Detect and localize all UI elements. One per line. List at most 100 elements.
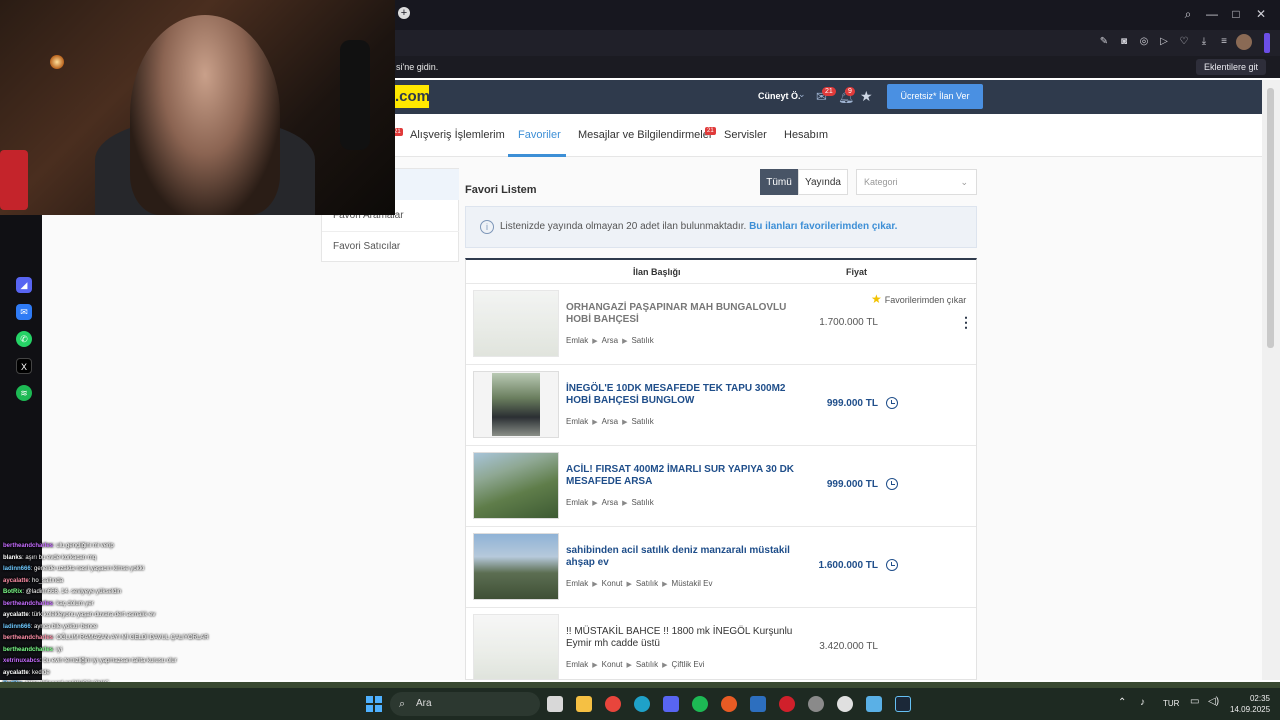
listing-title[interactable]: ACİL! FIRSAT 400M2 İMARLI SUR YAPIYA 30 … xyxy=(566,464,796,488)
crumb-separator-icon: ▶ xyxy=(592,338,598,345)
chat-message: aycalatte: türk kolekleyonu yaşan duvara… xyxy=(3,612,155,619)
spotify-icon[interactable]: ≋ xyxy=(16,385,32,401)
crumb: Arsa xyxy=(601,336,619,345)
spotify-taskbar-icon[interactable] xyxy=(692,696,708,712)
crumb-separator-icon: ▶ xyxy=(592,581,598,588)
category-select[interactable]: Kategori ⌄ xyxy=(856,169,977,195)
volume-icon[interactable]: ◁) xyxy=(1208,696,1219,707)
remove-unpublished-link[interactable]: Bu ilanları favorilerimden çıkar. xyxy=(749,221,897,232)
chat-text: : aşırı bu evde korkacan mq xyxy=(22,554,97,561)
messenger-icon[interactable]: ✉ xyxy=(16,304,32,320)
shield-icon[interactable]: ◎ xyxy=(1136,35,1152,51)
site-logo[interactable]: .com xyxy=(392,85,430,108)
network-icon[interactable]: ▭ xyxy=(1190,696,1199,707)
camera-icon[interactable]: ◙ xyxy=(1116,35,1132,51)
filter-all-button[interactable]: Tümü xyxy=(760,169,798,195)
webcam-overlay xyxy=(0,0,395,215)
app-icon-blue[interactable] xyxy=(750,696,766,712)
crumb: Arsa xyxy=(601,417,619,426)
task-view-icon[interactable] xyxy=(547,696,563,712)
listing-thumbnail[interactable] xyxy=(473,371,559,438)
x-icon[interactable]: X xyxy=(16,358,32,374)
listing-price: 1.600.000 TL xyxy=(818,560,878,571)
table-row[interactable]: sahibinden acil satılık deniz manzaralı … xyxy=(466,526,976,607)
chevron-down-icon[interactable]: ⌄ xyxy=(798,89,806,100)
nav-services[interactable]: Servisler xyxy=(724,129,767,141)
post-ad-button[interactable]: Ücretsiz* İlan Ver xyxy=(887,84,983,109)
chat-text: : kaç dolum yer xyxy=(53,600,94,607)
whatsapp-icon[interactable]: ✆ xyxy=(16,331,32,347)
heart-icon[interactable]: ♡ xyxy=(1176,35,1192,51)
side-menu-favorite-sellers[interactable]: Favori Satıcılar xyxy=(333,241,400,252)
nav-account[interactable]: Hesabım xyxy=(784,129,828,141)
listing-title[interactable]: İNEGÖL'E 10DK MESAFEDE TEK TAPU 300M2 HO… xyxy=(566,383,796,407)
listing-title[interactable]: sahibinden acil satılık deniz manzaralı … xyxy=(566,545,796,569)
chat-username: blanks xyxy=(3,554,23,561)
side-menu-divider xyxy=(322,231,459,232)
edge-icon[interactable] xyxy=(634,696,650,712)
app-icon-gray[interactable] xyxy=(808,696,824,712)
start-button[interactable] xyxy=(366,696,382,712)
download-icon[interactable]: ⤓ xyxy=(1196,35,1212,51)
app-icon-orange[interactable] xyxy=(721,696,737,712)
star-icon[interactable]: ★ xyxy=(860,88,873,105)
minimize-icon[interactable]: — xyxy=(1204,7,1220,23)
listing-thumbnail[interactable] xyxy=(473,533,559,600)
app-icon-monitor[interactable] xyxy=(866,696,882,712)
page-scrollbar[interactable] xyxy=(1262,80,1280,680)
menu-icon[interactable]: ≡ xyxy=(1216,35,1232,51)
scrollbar-thumb[interactable] xyxy=(1267,88,1274,348)
crumb: Satılık xyxy=(635,660,659,669)
opera-icon[interactable] xyxy=(779,696,795,712)
file-explorer-icon[interactable] xyxy=(576,696,592,712)
tray-clock[interactable]: 02:35 14.09.2025 xyxy=(1230,693,1270,715)
chrome-icon[interactable] xyxy=(605,696,621,712)
search-tabs-icon[interactable]: ⌕ xyxy=(1180,7,1196,23)
discord-icon[interactable] xyxy=(663,696,679,712)
price-history-icon[interactable] xyxy=(886,478,898,490)
taskbar-search-label: Ara xyxy=(416,698,432,709)
listing-breadcrumb: Emlak ▶ Konut ▶ Satılık ▶ Müstakil Ev xyxy=(566,579,712,588)
microphone-icon[interactable]: ♪ xyxy=(1140,697,1145,708)
star-icon: ★ xyxy=(871,292,882,306)
listing-thumbnail[interactable] xyxy=(473,290,559,357)
chat-username: aycalatte xyxy=(3,669,29,676)
more-options-icon[interactable]: ⋮ xyxy=(959,314,973,331)
listing-thumbnail[interactable] xyxy=(473,614,559,679)
info-icon: i xyxy=(480,220,494,234)
profile-avatar[interactable] xyxy=(1236,34,1252,50)
app-icon-a[interactable]: ◢ xyxy=(16,277,32,293)
chat-username: BotRix xyxy=(3,589,23,595)
sidebar-toggle[interactable] xyxy=(1264,33,1270,53)
listing-title[interactable]: !! MÜSTAKİL BAHCE !! 1800 mk İNEGÖL Kurş… xyxy=(566,626,796,650)
chat-message: aycalatte: ho_saltında xyxy=(3,578,63,585)
tray-language[interactable]: TUR xyxy=(1163,699,1179,708)
edit-icon[interactable]: ✎ xyxy=(1096,35,1112,51)
table-row[interactable]: ACİL! FIRSAT 400M2 İMARLI SUR YAPIYA 30 … xyxy=(466,445,976,526)
filter-live-button[interactable]: Yayında xyxy=(798,169,848,195)
price-history-icon[interactable] xyxy=(886,559,898,571)
nav-purchases[interactable]: Alışveriş İşlemlerim xyxy=(410,129,505,141)
taskbar-search[interactable]: ⌕ Ara xyxy=(390,692,540,716)
steam-icon[interactable] xyxy=(895,696,911,712)
listing-thumbnail[interactable] xyxy=(473,452,559,519)
extensions-button[interactable]: Eklentilere git xyxy=(1195,59,1266,75)
maximize-icon[interactable]: □ xyxy=(1228,7,1244,23)
chat-message: xetrinuxabcs: bu evin temizliğini iyi ya… xyxy=(3,658,177,665)
info-banner: i Listenizde yayında olmayan 20 adet ila… xyxy=(465,206,977,248)
price-history-icon[interactable] xyxy=(886,397,898,409)
user-menu[interactable]: Cüneyt Ö. xyxy=(758,91,801,101)
nav-favorites[interactable]: Favoriler xyxy=(518,129,561,141)
table-row[interactable]: !! MÜSTAKİL BAHCE !! 1800 mk İNEGÖL Kurş… xyxy=(466,607,976,679)
tray-chevron-icon[interactable]: ⌃ xyxy=(1118,697,1126,708)
remove-favorite-button[interactable]: ★ Favorilerimden çıkar xyxy=(871,292,966,306)
nav-messages[interactable]: Mesajlar ve Bilgilendirmeler xyxy=(578,129,713,141)
new-tab-icon[interactable]: + xyxy=(398,7,410,19)
play-icon[interactable]: ▷ xyxy=(1156,35,1172,51)
table-row[interactable]: İNEGÖL'E 10DK MESAFEDE TEK TAPU 300M2 HO… xyxy=(466,364,976,445)
table-row[interactable]: ORHANGAZİ PAŞAPINAR MAH BUNGALOVLU HOBİ … xyxy=(466,283,976,364)
chat-message: bertheandcharles: kaç dolum yer xyxy=(3,601,94,608)
listing-title[interactable]: ORHANGAZİ PAŞAPINAR MAH BUNGALOVLU HOBİ … xyxy=(566,302,796,326)
close-icon[interactable]: ✕ xyxy=(1253,7,1269,23)
settings-icon[interactable] xyxy=(837,696,853,712)
